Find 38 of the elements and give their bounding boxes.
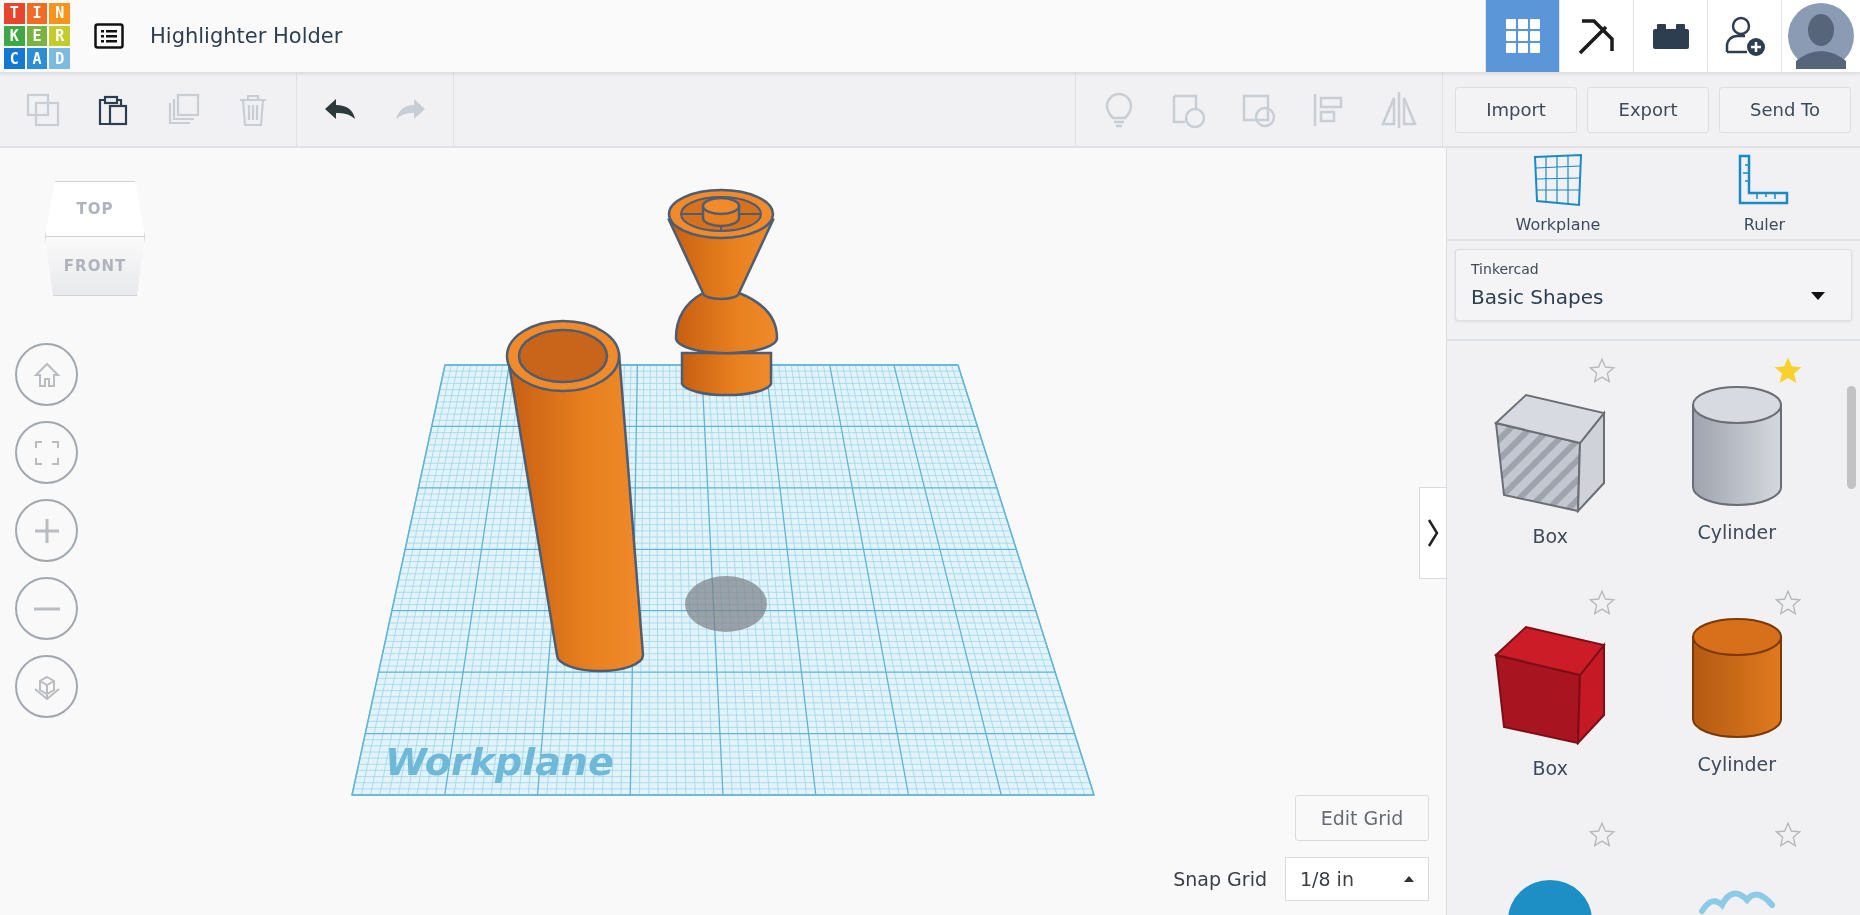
- shape-label: Box: [1532, 525, 1568, 547]
- copy-icon: [25, 91, 61, 128]
- panel-collapse-tab[interactable]: [1419, 487, 1446, 579]
- favorite-star-icon[interactable]: [1587, 357, 1616, 385]
- toolbar-button[interactable]: Export: [1587, 86, 1709, 133]
- ruler-tool[interactable]: Ruler: [1737, 153, 1792, 234]
- tube-shape[interactable]: [505, 319, 645, 673]
- tinkercad-logo[interactable]: T I N K E R C A D: [4, 3, 70, 69]
- pickaxe-nav-button[interactable]: [1559, 0, 1633, 72]
- shape-label: Box: [1532, 757, 1568, 779]
- bricks-icon: [1650, 21, 1691, 51]
- chevron-icon: [1427, 518, 1439, 548]
- hourglass-shape[interactable]: [667, 188, 779, 397]
- snap-grid-dropdown[interactable]: 1/8 in: [1285, 857, 1429, 901]
- bricks-nav-button[interactable]: [1633, 0, 1707, 72]
- caret-icon: [1811, 292, 1825, 300]
- workplane-tool[interactable]: Workplane: [1515, 153, 1601, 234]
- scrollbar[interactable]: [1847, 386, 1856, 489]
- caret-icon: [1404, 876, 1414, 882]
- grid-icon: [1504, 18, 1541, 54]
- favorite-star-icon[interactable]: [1774, 589, 1802, 617]
- snap-grid-label: Snap Grid: [1173, 868, 1267, 890]
- favorite-star-icon[interactable]: [1587, 821, 1616, 849]
- shape-label: Cylinder: [1697, 521, 1777, 543]
- shape-label: Cylinder: [1697, 753, 1777, 775]
- zoom-out-icon: [33, 606, 60, 611]
- menu-icon[interactable]: [94, 23, 124, 49]
- toolbar-button[interactable]: Import: [1455, 86, 1577, 133]
- favorite-star-icon[interactable]: [1587, 589, 1616, 617]
- mirror-icon: [1379, 89, 1419, 130]
- edit-grid-button[interactable]: Edit Grid: [1295, 795, 1429, 841]
- favorite-star-icon[interactable]: [1774, 821, 1802, 849]
- shape-library-dropdown[interactable]: Tinkercad Basic Shapes: [1455, 249, 1852, 321]
- add-user-nav-button[interactable]: [1707, 0, 1781, 72]
- favorite-star-icon[interactable]: [1774, 357, 1802, 385]
- project-title[interactable]: Highlighter Holder: [150, 24, 343, 48]
- user-avatar[interactable]: [1781, 0, 1860, 72]
- toolbar-button[interactable]: Send To: [1719, 86, 1851, 133]
